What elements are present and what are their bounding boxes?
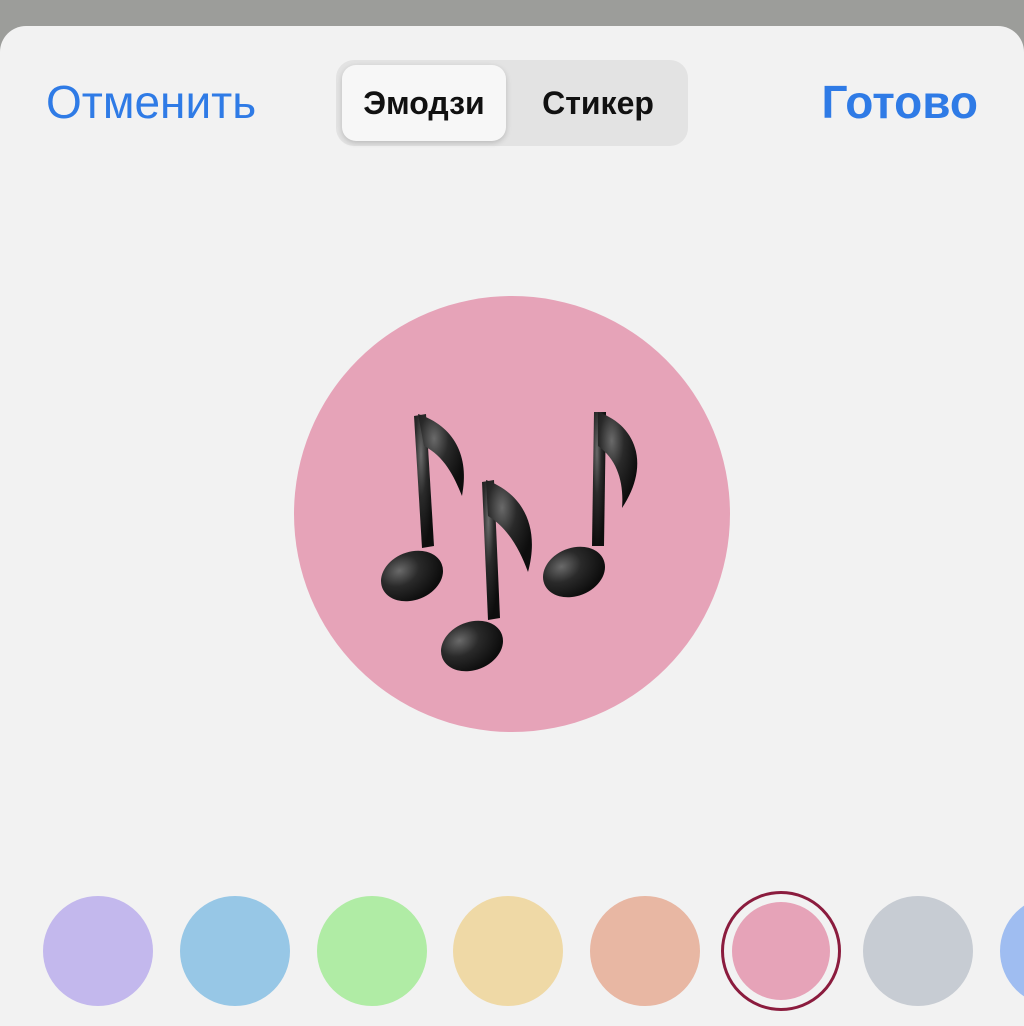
avatar-preview xyxy=(294,296,730,732)
color-swatch-blue[interactable] xyxy=(180,896,290,1006)
color-swatch-lavender[interactable] xyxy=(43,896,153,1006)
color-swatch-pink[interactable] xyxy=(721,891,841,1011)
tab-emoji[interactable]: Эмодзи xyxy=(342,65,506,141)
segmented-control: Эмодзи Стикер xyxy=(336,60,688,146)
musical-notes-icon xyxy=(380,412,638,672)
emoji-picker-sheet: Отменить Эмодзи Стикер Готово xyxy=(0,26,1024,1026)
color-swatch-row xyxy=(0,891,1024,1011)
color-swatch-periwinkle[interactable] xyxy=(1000,896,1024,1006)
cancel-button[interactable]: Отменить xyxy=(46,74,256,130)
color-swatch-yellow[interactable] xyxy=(453,896,563,1006)
selected-swatch-fill xyxy=(732,902,830,1000)
done-button[interactable]: Готово xyxy=(821,74,978,130)
color-swatch-green[interactable] xyxy=(317,896,427,1006)
color-swatch-peach[interactable] xyxy=(590,896,700,1006)
color-swatch-gray[interactable] xyxy=(863,896,973,1006)
tab-sticker[interactable]: Стикер xyxy=(514,65,682,141)
